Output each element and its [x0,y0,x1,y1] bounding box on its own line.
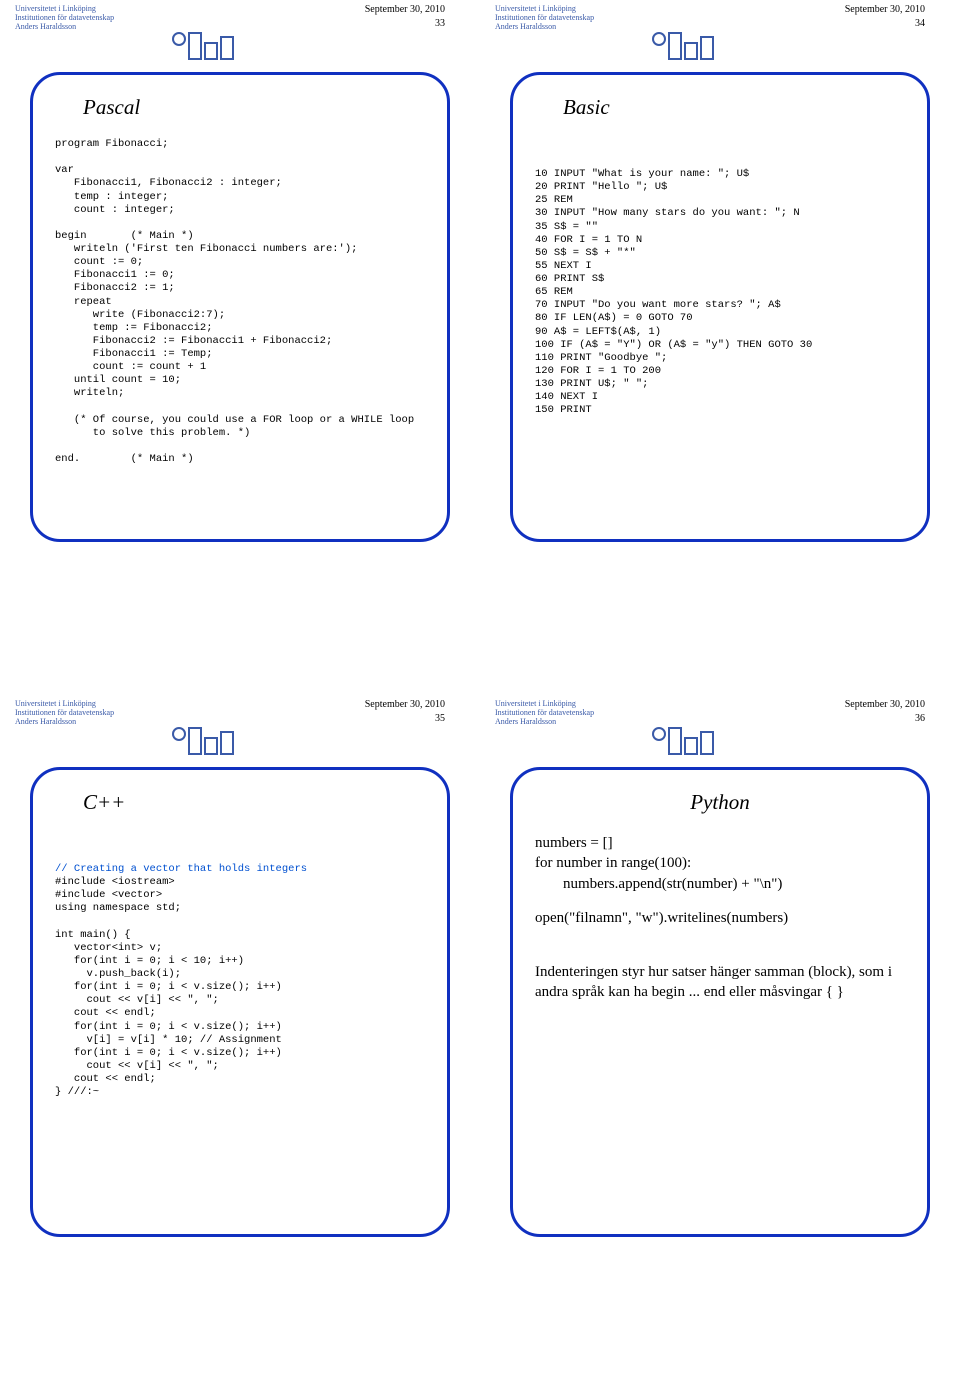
header-left: Universitetet i Linköping Institutionen … [495,699,594,727]
logo-icon [172,32,234,60]
slide-number: 35 [365,713,445,725]
slide-header: Universitetet i Linköping Institutionen … [0,695,480,727]
python-code: numbers = [] for number in range(100): n… [535,833,905,894]
date: September 30, 2010 [845,4,925,16]
code-body: #include <iostream> #include <vector> us… [55,876,282,1098]
header-right: September 30, 2010 33 [365,4,445,32]
slide-number: 34 [845,18,925,30]
python-explain: Indenteringen styr hur satser hänger sam… [535,962,905,1003]
slide-34: Universitetet i Linköping Institutionen … [480,0,960,695]
author: Anders Haraldsson [495,22,594,31]
author: Anders Haraldsson [495,717,594,726]
slide-header: Universitetet i Linköping Institutionen … [480,0,960,32]
code-block: 10 INPUT "What is your name: "; U$ 20 PR… [535,168,905,417]
author: Anders Haraldsson [15,717,114,726]
slide-title: C++ [83,790,425,815]
org-line1: Universitetet i Linköping [495,4,594,13]
org-line2: Institutionen för datavetenskap [495,13,594,22]
slide-number: 36 [845,713,925,725]
py-line: for number in range(100): [535,855,691,871]
author: Anders Haraldsson [15,22,114,31]
logo-icon [172,727,234,755]
content-frame: Python numbers = [] for number in range(… [510,767,930,1237]
code-comment: // Creating a vector that holds integers [55,863,307,875]
content-frame: Basic 10 INPUT "What is your name: "; U$… [510,72,930,542]
logo-icon [652,32,714,60]
slide-header: Universitetet i Linköping Institutionen … [0,0,480,32]
date: September 30, 2010 [365,699,445,711]
date: September 30, 2010 [365,4,445,16]
py-line: numbers.append(str(number) + "\n") [535,874,905,894]
header-right: September 30, 2010 35 [365,699,445,727]
header-left: Universitetet i Linköping Institutionen … [15,699,114,727]
content-frame: C++ // Creating a vector that holds inte… [30,767,450,1237]
org-line1: Universitetet i Linköping [15,4,114,13]
org-line1: Universitetet i Linköping [495,699,594,708]
code-block: program Fibonacci; var Fibonacci1, Fibon… [55,138,425,466]
code-block: // Creating a vector that holds integers… [55,863,425,1099]
header-left: Universitetet i Linköping Institutionen … [15,4,114,32]
header-left: Universitetet i Linköping Institutionen … [495,4,594,32]
slide-title: Pascal [83,95,425,120]
slide-number: 33 [365,18,445,30]
org-line2: Institutionen för datavetenskap [495,708,594,717]
header-right: September 30, 2010 36 [845,699,925,727]
content-frame: Pascal program Fibonacci; var Fibonacci1… [30,72,450,542]
slide-title: Basic [563,95,905,120]
py-line: open("filnamn", "w").writelines(numbers) [535,908,905,928]
slide-title: Python [535,790,905,815]
org-line2: Institutionen för datavetenskap [15,708,114,717]
slide-header: Universitetet i Linköping Institutionen … [480,695,960,727]
py-line: numbers = [] [535,835,613,851]
org-line1: Universitetet i Linköping [15,699,114,708]
slide-36: Universitetet i Linköping Institutionen … [480,695,960,1390]
header-right: September 30, 2010 34 [845,4,925,32]
org-line2: Institutionen för datavetenskap [15,13,114,22]
slide-35: Universitetet i Linköping Institutionen … [0,695,480,1390]
logo-icon [652,727,714,755]
python-body: numbers = [] for number in range(100): n… [535,833,905,1003]
slide-33: Universitetet i Linköping Institutionen … [0,0,480,695]
date: September 30, 2010 [845,699,925,711]
